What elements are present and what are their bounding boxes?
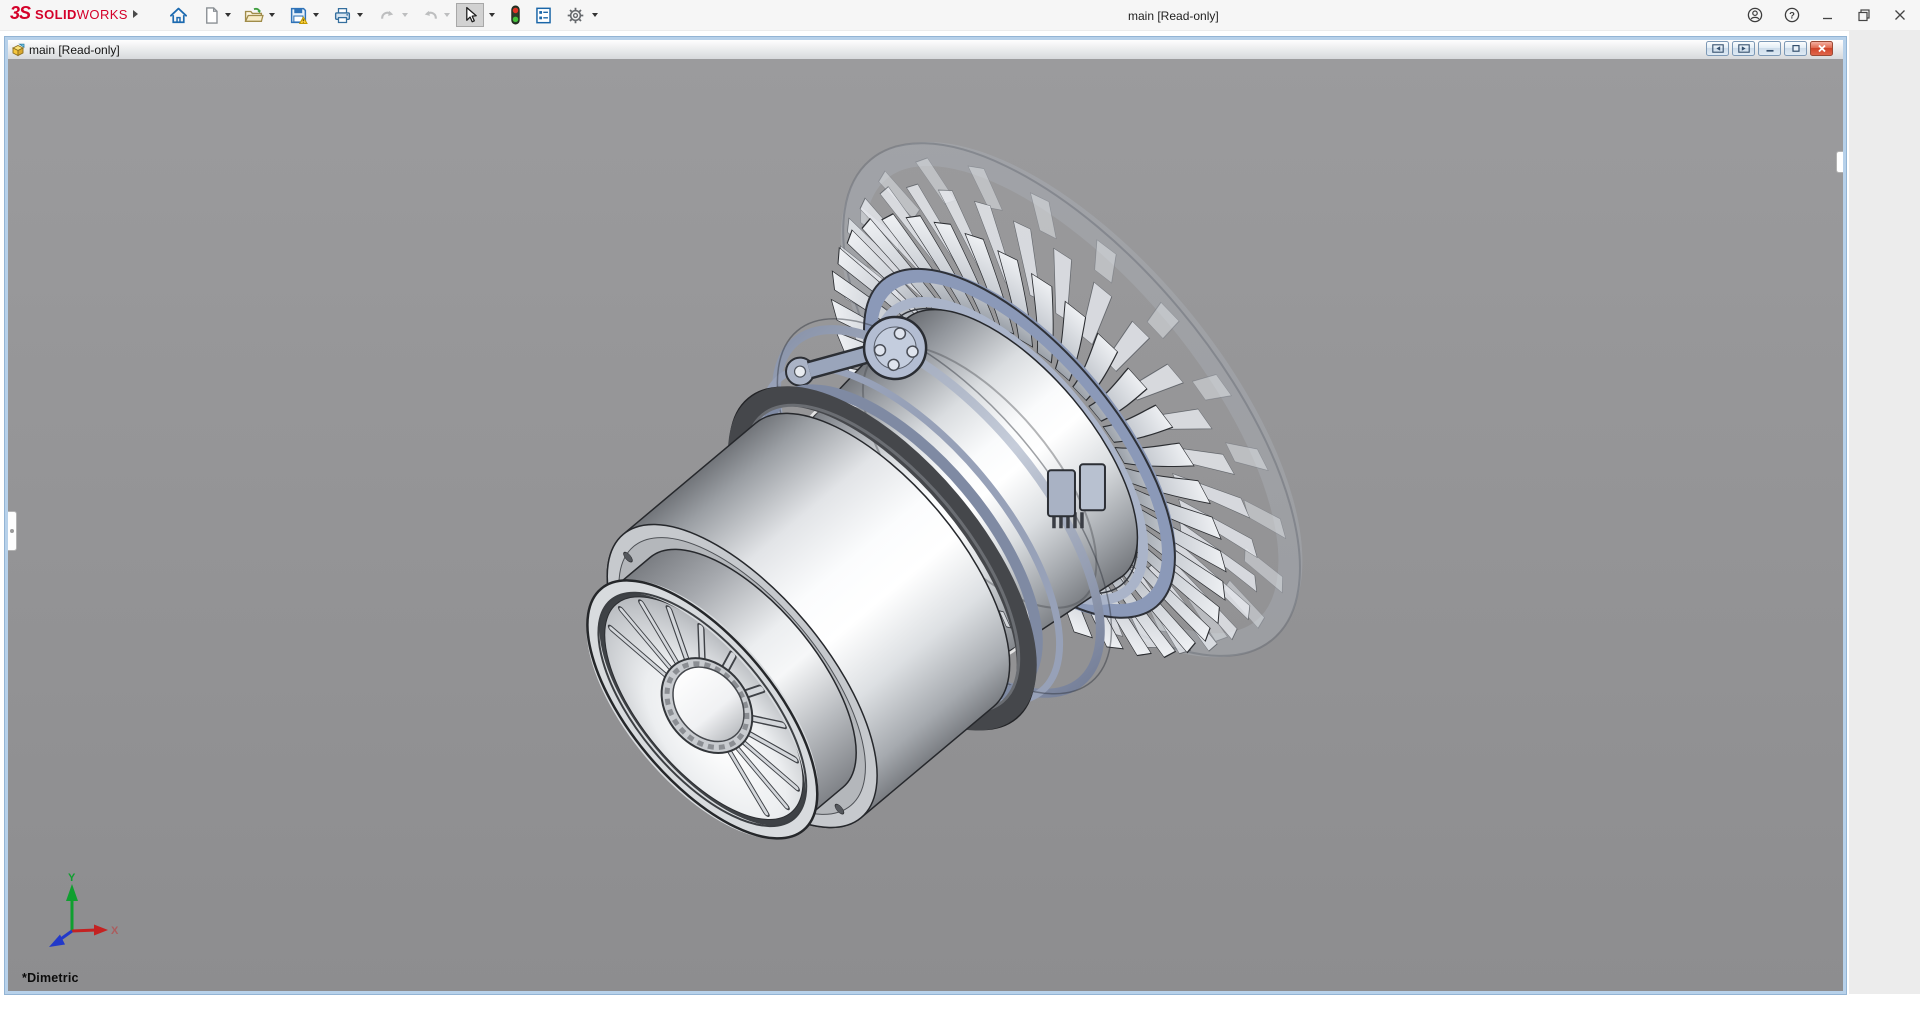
select-tool-dropdown[interactable] [489, 13, 495, 17]
document-window: main [Read-only] [5, 37, 1846, 994]
open-dropdown[interactable] [269, 13, 275, 17]
print-icon [333, 6, 352, 25]
redo-button[interactable] [418, 3, 442, 27]
assembly-icon [11, 43, 25, 57]
document-window-controls [1706, 41, 1833, 56]
help-icon: ? [1783, 6, 1801, 24]
new-document-icon [202, 6, 221, 25]
app-restore-button[interactable] [1852, 4, 1876, 26]
triad-y-arrow [66, 884, 78, 901]
close-icon [1891, 6, 1909, 24]
file-properties-button[interactable] [531, 3, 555, 27]
task-pane-collapsed-area [1849, 30, 1920, 994]
document-title-bar[interactable]: main [Read-only] [8, 40, 1843, 60]
gear-icon [566, 6, 585, 25]
redo-dropdown[interactable] [444, 13, 450, 17]
3d-model-jet-engine [8, 59, 1843, 991]
triad-y-label: Y [68, 872, 76, 884]
undo-dropdown[interactable] [402, 13, 408, 17]
minimize-icon [1819, 6, 1837, 24]
file-properties-icon [534, 6, 553, 25]
options-button[interactable] [563, 3, 587, 27]
triad-x-arrow [94, 925, 108, 936]
app-close-button[interactable] [1888, 4, 1912, 26]
account-icon [1746, 6, 1764, 24]
home-icon [169, 6, 188, 25]
save-icon [289, 6, 308, 25]
document-title: main [Read-only] [29, 43, 120, 57]
select-cursor-icon [462, 6, 479, 24]
doc-dock-right-button[interactable] [1732, 41, 1755, 56]
app-minimize-button[interactable] [1816, 4, 1840, 26]
app-window-title: main [Read-only] [1128, 9, 1219, 23]
logo-3s-mark: 3S [10, 3, 30, 24]
print-dropdown[interactable] [357, 13, 363, 17]
app-title-bar: 3S SOLID WORKS [0, 0, 1920, 31]
logo-brand-bold: SOLID [35, 7, 77, 22]
solidworks-logo: 3S SOLID WORKS [10, 3, 128, 24]
traffic-light-icon [507, 5, 524, 25]
graphics-viewport[interactable]: Y X *Dimetric [8, 59, 1843, 991]
triad-x-label: X [111, 925, 119, 937]
print-button[interactable] [330, 3, 354, 27]
redo-icon [421, 6, 440, 25]
open-button[interactable] [242, 3, 266, 27]
doc-minimize-button[interactable] [1758, 41, 1781, 56]
home-button[interactable] [166, 3, 190, 27]
orientation-triad: Y X [30, 871, 126, 955]
engine-assembly [447, 69, 1381, 991]
restore-icon [1855, 6, 1873, 24]
undo-icon [378, 6, 397, 25]
feature-tree-collapsed-tab[interactable] [8, 511, 17, 551]
open-folder-icon [244, 6, 264, 25]
view-orientation-label: *Dimetric [22, 971, 79, 985]
doc-dock-left-button[interactable] [1706, 41, 1729, 56]
logo-brand-light: WORKS [77, 7, 128, 22]
help-button[interactable]: ? [1780, 4, 1804, 26]
options-dropdown[interactable] [592, 13, 598, 17]
doc-close-button[interactable] [1810, 41, 1833, 56]
save-button[interactable] [286, 3, 310, 27]
account-button[interactable] [1743, 4, 1767, 26]
task-pane-collapsed-tab[interactable] [1836, 151, 1843, 173]
menu-flyout-arrow-icon[interactable] [133, 10, 138, 18]
save-dropdown[interactable] [313, 13, 319, 17]
doc-restore-button[interactable] [1784, 41, 1807, 56]
select-tool-button[interactable] [456, 3, 484, 27]
svg-text:?: ? [1789, 10, 1795, 21]
undo-button[interactable] [375, 3, 399, 27]
performance-indicator-button[interactable] [503, 3, 527, 27]
new-document-dropdown[interactable] [225, 13, 231, 17]
new-document-button[interactable] [199, 3, 223, 27]
